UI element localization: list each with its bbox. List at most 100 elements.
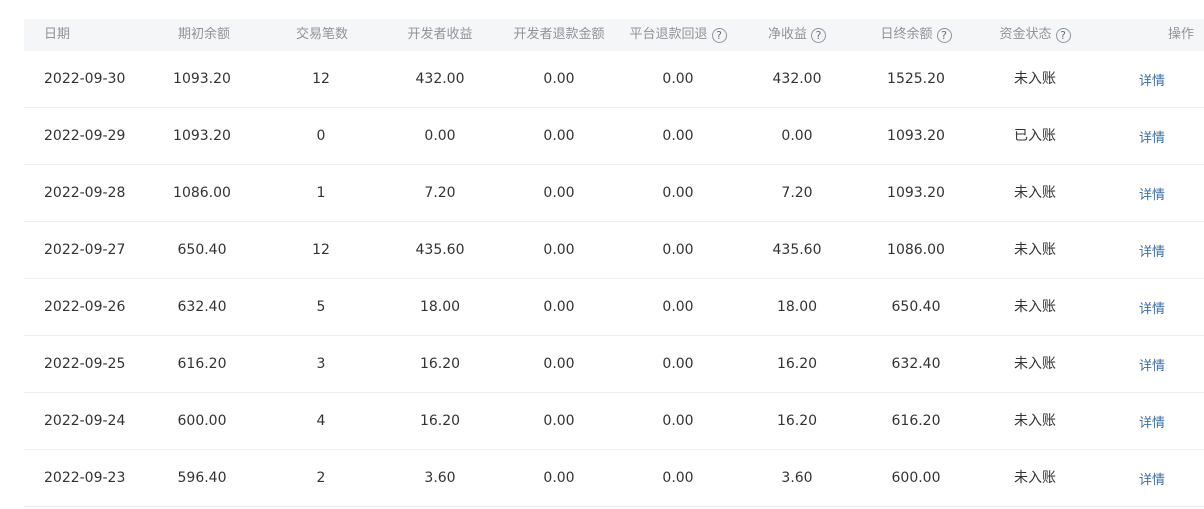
cell-opening-balance: 596.40 (177, 470, 227, 486)
header-transaction-count: 交易笔数 (295, 27, 348, 42)
cell-transaction-count: 3 (316, 356, 326, 372)
fund-status-help-icon[interactable]: ? (1055, 27, 1071, 43)
cell-fund-status: 未入账 (1014, 71, 1056, 87)
cell-net-revenue: 16.20 (776, 413, 818, 429)
cell-date: 2022-09-30 (44, 71, 126, 87)
cell-closing-balance: 616.20 (891, 413, 941, 429)
cell-developer-revenue: 16.20 (419, 356, 461, 372)
cell-actions: 详情 (1139, 108, 1199, 164)
cell-actions: 详情 (1139, 51, 1199, 107)
cell-platform-refund: 0.00 (662, 128, 694, 144)
cell-platform-refund: 0.00 (662, 413, 694, 429)
cell-date: 2022-09-24 (44, 413, 126, 429)
header-net-revenue: 净收益 ? (747, 19, 847, 51)
cell-actions: 详情 (1139, 336, 1199, 392)
details-link[interactable]: 详情 (1139, 245, 1165, 261)
cell-actions: 详情 (1139, 165, 1199, 221)
cell-developer-refund: 0.00 (543, 185, 575, 201)
cell-opening-balance: 632.40 (177, 299, 227, 315)
cell-developer-refund: 0.00 (543, 299, 575, 315)
cell-developer-refund: 0.00 (543, 470, 575, 486)
table-body: 2022-09-30 1093.20 12 432.00 0.00 0.00 4… (24, 51, 1204, 507)
cell-transaction-count: 0 (316, 128, 326, 144)
cell-developer-refund: 0.00 (543, 356, 575, 372)
cell-net-revenue: 435.60 (772, 242, 822, 258)
details-link[interactable]: 详情 (1139, 359, 1165, 375)
net-revenue-help-icon[interactable]: ? (811, 27, 826, 43)
header-fund-status: 资金状态 ? (985, 19, 1085, 51)
cell-fund-status: 未入账 (1014, 185, 1056, 201)
table-row: 2022-09-29 1093.20 0 0.00 0.00 0.00 0.00… (24, 108, 1204, 165)
cell-transaction-count: 4 (316, 413, 326, 429)
cell-net-revenue: 3.60 (781, 470, 813, 486)
header-closing-balance: 日终余额 ? (866, 19, 966, 51)
cell-opening-balance: 600.00 (177, 413, 227, 429)
cell-fund-status: 未入账 (1014, 413, 1056, 429)
cell-developer-refund: 0.00 (543, 71, 575, 87)
cell-developer-revenue: 3.60 (424, 470, 456, 486)
table-row: 2022-09-26 632.40 5 18.00 0.00 0.00 18.0… (24, 279, 1204, 336)
details-link[interactable]: 详情 (1139, 131, 1165, 147)
table-row: 2022-09-23 596.40 2 3.60 0.00 0.00 3.60 … (24, 450, 1204, 507)
cell-platform-refund: 0.00 (662, 242, 694, 258)
cell-fund-status: 未入账 (1014, 470, 1056, 486)
cell-transaction-count: 5 (316, 299, 326, 315)
cell-developer-revenue: 16.20 (419, 413, 461, 429)
cell-developer-revenue: 432.00 (415, 71, 465, 87)
cell-developer-refund: 0.00 (543, 242, 575, 258)
details-link[interactable]: 详情 (1139, 416, 1165, 432)
cell-developer-revenue: 18.00 (419, 299, 461, 315)
closing-balance-help-icon[interactable]: ? (936, 27, 952, 43)
cell-net-revenue: 432.00 (772, 71, 822, 87)
cell-opening-balance: 1093.20 (173, 71, 231, 87)
cell-platform-refund: 0.00 (662, 71, 694, 87)
cell-fund-status: 已入账 (1014, 128, 1056, 144)
cell-actions: 详情 (1139, 393, 1199, 449)
table-header: 日期 期初余额 交易笔数 开发者收益 开发者退款金额 平台退款回退 ? 净收益 … (24, 19, 1204, 51)
details-link[interactable]: 详情 (1139, 302, 1165, 318)
cell-actions: 详情 (1139, 450, 1199, 506)
cell-opening-balance: 1086.00 (173, 185, 231, 201)
cell-opening-balance: 650.40 (177, 242, 227, 258)
cell-platform-refund: 0.00 (662, 470, 694, 486)
details-link[interactable]: 详情 (1139, 473, 1165, 489)
cell-date: 2022-09-26 (44, 299, 126, 315)
details-link[interactable]: 详情 (1139, 74, 1165, 90)
platform-refund-help-icon[interactable]: ? (711, 27, 727, 43)
cell-actions: 详情 (1139, 222, 1199, 278)
cell-fund-status: 未入账 (1014, 242, 1056, 258)
cell-developer-revenue: 7.20 (424, 185, 456, 201)
cell-closing-balance: 1086.00 (887, 242, 945, 258)
cell-date: 2022-09-27 (44, 242, 126, 258)
table-row: 2022-09-27 650.40 12 435.60 0.00 0.00 43… (24, 222, 1204, 279)
details-link[interactable]: 详情 (1139, 188, 1165, 204)
cell-closing-balance: 1525.20 (887, 71, 945, 87)
cell-net-revenue: 18.00 (776, 299, 818, 315)
cell-developer-revenue: 0.00 (424, 128, 456, 144)
cell-net-revenue: 0.00 (781, 128, 813, 144)
daily-balance-table: 日期 期初余额 交易笔数 开发者收益 开发者退款金额 平台退款回退 ? 净收益 … (24, 19, 1204, 507)
cell-closing-balance: 1093.20 (887, 128, 945, 144)
cell-closing-balance: 632.40 (891, 356, 941, 372)
cell-fund-status: 未入账 (1014, 299, 1056, 315)
cell-developer-revenue: 435.60 (415, 242, 465, 258)
cell-closing-balance: 600.00 (891, 470, 941, 486)
cell-net-revenue: 16.20 (776, 356, 818, 372)
cell-actions: 详情 (1139, 279, 1199, 335)
table-row: 2022-09-30 1093.20 12 432.00 0.00 0.00 4… (24, 51, 1204, 108)
cell-date: 2022-09-28 (44, 185, 126, 201)
table-row: 2022-09-25 616.20 3 16.20 0.00 0.00 16.2… (24, 336, 1204, 393)
cell-platform-refund: 0.00 (662, 185, 694, 201)
table-row: 2022-09-28 1086.00 1 7.20 0.00 0.00 7.20… (24, 165, 1204, 222)
cell-date: 2022-09-23 (44, 470, 126, 486)
header-platform-refund: 平台退款回退 ? (618, 19, 738, 51)
cell-date: 2022-09-25 (44, 356, 126, 372)
cell-transaction-count: 2 (316, 470, 326, 486)
cell-opening-balance: 1093.20 (173, 128, 231, 144)
cell-developer-refund: 0.00 (543, 128, 575, 144)
cell-transaction-count: 1 (316, 185, 326, 201)
cell-developer-refund: 0.00 (543, 413, 575, 429)
cell-transaction-count: 12 (312, 242, 330, 258)
cell-closing-balance: 1093.20 (887, 185, 945, 201)
table-row: 2022-09-24 600.00 4 16.20 0.00 0.00 16.2… (24, 393, 1204, 450)
